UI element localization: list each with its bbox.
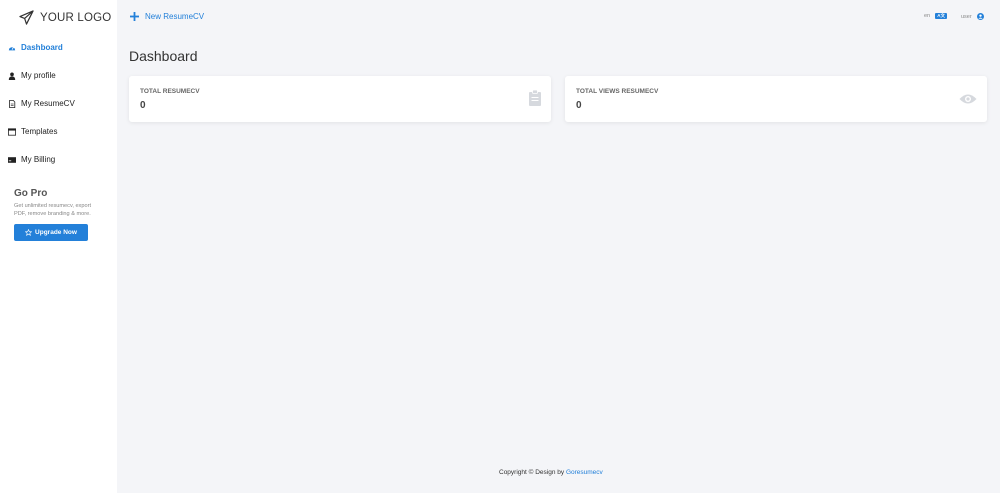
user-icon	[8, 72, 16, 80]
go-pro-description: Get unlimited resumecv, export PDF, remo…	[14, 203, 91, 217]
logo[interactable]: YOUR LOGO	[19, 10, 111, 25]
sidebar-item-label: My Billing	[21, 155, 56, 164]
file-icon	[9, 99, 16, 108]
new-resumecv-label: New ResumeCV	[145, 12, 205, 21]
new-resumecv-button[interactable]: New ResumeCV	[130, 12, 204, 21]
sidebar-item-my-billing[interactable]: My Billing	[8, 155, 55, 164]
footer-link[interactable]: Goresumecv	[566, 469, 603, 476]
page-title: Dashboard	[129, 48, 198, 64]
card-value: 0	[576, 100, 582, 111]
sidebar-item-label: Templates	[21, 127, 58, 136]
star-icon	[25, 229, 33, 236]
translate-icon: A文	[935, 13, 948, 19]
credit-card-icon	[8, 156, 16, 163]
language-label: en	[924, 13, 931, 19]
clipboard-icon	[529, 90, 541, 106]
sidebar-item-label: My profile	[21, 71, 56, 80]
paper-plane-icon	[19, 10, 34, 25]
card-value: 0	[140, 100, 146, 111]
go-pro-title: Go Pro	[14, 188, 48, 199]
user-label: user	[961, 13, 972, 20]
sidebar-item-label: My ResumeCV	[21, 99, 75, 108]
sidebar: YOUR LOGO Dashboard My profile My Resume…	[0, 0, 117, 493]
card-label: TOTAL RESUMECV	[140, 88, 200, 95]
card-label: TOTAL VIEWS RESUMECV	[576, 88, 659, 95]
total-resumecv-card: TOTAL RESUMECV 0	[129, 76, 551, 122]
sidebar-item-label: Dashboard	[21, 43, 63, 52]
eye-icon	[959, 94, 977, 104]
footer: Copyright © Design by Goresumecv	[499, 469, 603, 476]
user-menu[interactable]: user	[961, 13, 984, 20]
sidebar-item-templates[interactable]: Templates	[8, 127, 57, 136]
plus-icon	[130, 12, 139, 21]
sidebar-item-dashboard[interactable]: Dashboard	[8, 43, 63, 52]
go-pro-panel: Go Pro Get unlimited resumecv, export PD…	[14, 188, 104, 241]
total-views-resumecv-card: TOTAL VIEWS RESUMECV 0	[565, 76, 987, 122]
language-selector[interactable]: en A文	[924, 13, 948, 19]
user-circle-icon	[976, 13, 984, 20]
sidebar-item-my-resumecv[interactable]: My ResumeCV	[8, 99, 75, 108]
logo-text: YOUR LOGO	[40, 11, 112, 24]
upgrade-now-button[interactable]: Upgrade Now	[14, 224, 88, 241]
footer-text: Copyright © Design by	[499, 469, 565, 476]
gauge-icon	[8, 46, 16, 50]
sidebar-item-my-profile[interactable]: My profile	[8, 71, 56, 80]
window-icon	[8, 127, 16, 136]
upgrade-now-label: Upgrade Now	[35, 229, 77, 236]
